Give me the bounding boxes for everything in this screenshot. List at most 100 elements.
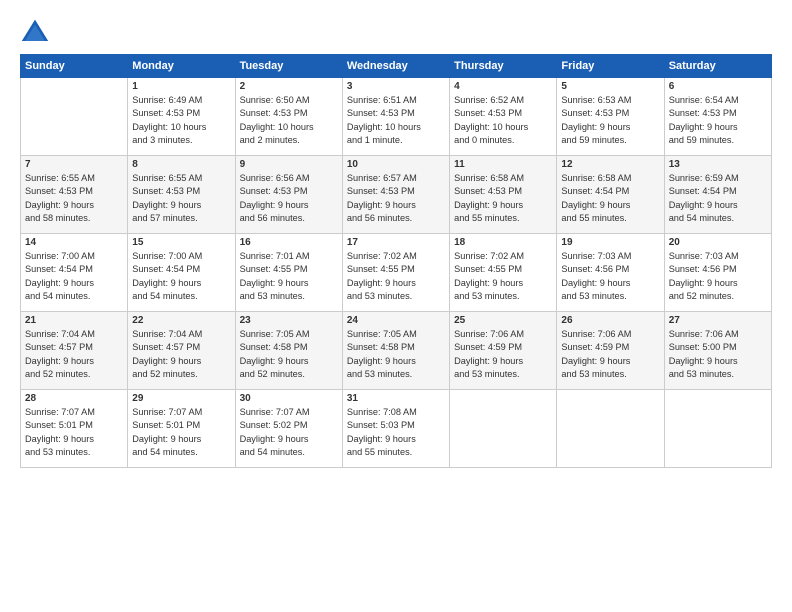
weekday-header: Thursday [450,55,557,78]
day-info: Sunrise: 6:56 AM Sunset: 4:53 PM Dayligh… [240,172,338,225]
day-number: 17 [347,237,445,248]
day-info: Sunrise: 6:49 AM Sunset: 4:53 PM Dayligh… [132,94,230,147]
day-number: 24 [347,315,445,326]
calendar-cell: 1 Sunrise: 6:49 AM Sunset: 4:53 PM Daylig… [128,78,235,156]
day-number: 7 [25,159,123,170]
calendar-row: 7 Sunrise: 6:55 AM Sunset: 4:53 PM Daylig… [21,156,772,234]
calendar-cell [557,390,664,468]
day-number: 30 [240,393,338,404]
day-number: 22 [132,315,230,326]
day-number: 27 [669,315,767,326]
calendar-cell: 23 Sunrise: 7:05 AM Sunset: 4:58 PM Dayli… [235,312,342,390]
day-info: Sunrise: 6:57 AM Sunset: 4:53 PM Dayligh… [347,172,445,225]
day-number: 12 [561,159,659,170]
day-info: Sunrise: 7:07 AM Sunset: 5:02 PM Dayligh… [240,406,338,459]
weekday-header: Monday [128,55,235,78]
day-info: Sunrise: 7:07 AM Sunset: 5:01 PM Dayligh… [25,406,123,459]
calendar-cell: 12 Sunrise: 6:58 AM Sunset: 4:54 PM Dayli… [557,156,664,234]
calendar-cell: 27 Sunrise: 7:06 AM Sunset: 5:00 PM Dayli… [664,312,771,390]
calendar-cell: 21 Sunrise: 7:04 AM Sunset: 4:57 PM Dayli… [21,312,128,390]
calendar-row: 14 Sunrise: 7:00 AM Sunset: 4:54 PM Dayli… [21,234,772,312]
calendar-cell: 13Sunrise: 6:59 AM Sunset: 4:54 PM Dayli… [664,156,771,234]
day-info: Sunrise: 7:02 AM Sunset: 4:55 PM Dayligh… [347,250,445,303]
calendar-cell: 14 Sunrise: 7:00 AM Sunset: 4:54 PM Dayli… [21,234,128,312]
day-info: Sunrise: 7:00 AM Sunset: 4:54 PM Dayligh… [132,250,230,303]
weekday-header: Saturday [664,55,771,78]
calendar-cell: 25Sunrise: 7:06 AM Sunset: 4:59 PM Dayli… [450,312,557,390]
day-number: 10 [347,159,445,170]
calendar-row: 21 Sunrise: 7:04 AM Sunset: 4:57 PM Dayli… [21,312,772,390]
day-number: 23 [240,315,338,326]
day-number: 18 [454,237,552,248]
calendar-cell: 2 Sunrise: 6:50 AM Sunset: 4:53 PM Daylig… [235,78,342,156]
day-info: Sunrise: 7:06 AM Sunset: 5:00 PM Dayligh… [669,328,767,381]
day-info: Sunrise: 7:08 AM Sunset: 5:03 PM Dayligh… [347,406,445,459]
calendar-cell: 3 Sunrise: 6:51 AM Sunset: 4:53 PM Daylig… [342,78,449,156]
day-number: 14 [25,237,123,248]
calendar-cell: 20Sunrise: 7:03 AM Sunset: 4:56 PM Dayli… [664,234,771,312]
calendar-cell: 26 Sunrise: 7:06 AM Sunset: 4:59 PM Dayli… [557,312,664,390]
day-info: Sunrise: 6:58 AM Sunset: 4:53 PM Dayligh… [454,172,552,225]
calendar-cell: 24 Sunrise: 7:05 AM Sunset: 4:58 PM Dayli… [342,312,449,390]
weekday-header: Sunday [21,55,128,78]
day-info: Sunrise: 6:52 AM Sunset: 4:53 PM Dayligh… [454,94,552,147]
calendar-cell: 8Sunrise: 6:55 AM Sunset: 4:53 PM Daylig… [128,156,235,234]
calendar-cell: 4 Sunrise: 6:52 AM Sunset: 4:53 PM Daylig… [450,78,557,156]
day-number: 1 [132,81,230,92]
day-info: Sunrise: 7:03 AM Sunset: 4:56 PM Dayligh… [561,250,659,303]
calendar-cell [450,390,557,468]
day-number: 28 [25,393,123,404]
day-number: 5 [561,81,659,92]
calendar-cell: 6 Sunrise: 6:54 AM Sunset: 4:53 PM Daylig… [664,78,771,156]
calendar-cell: 15 Sunrise: 7:00 AM Sunset: 4:54 PM Dayli… [128,234,235,312]
day-info: Sunrise: 6:50 AM Sunset: 4:53 PM Dayligh… [240,94,338,147]
day-info: Sunrise: 7:04 AM Sunset: 4:57 PM Dayligh… [132,328,230,381]
page: SundayMondayTuesdayWednesdayThursdayFrid… [0,0,792,612]
calendar-cell: 22 Sunrise: 7:04 AM Sunset: 4:57 PM Dayli… [128,312,235,390]
day-info: Sunrise: 6:51 AM Sunset: 4:53 PM Dayligh… [347,94,445,147]
weekday-header: Friday [557,55,664,78]
day-info: Sunrise: 7:07 AM Sunset: 5:01 PM Dayligh… [132,406,230,459]
day-info: Sunrise: 6:59 AM Sunset: 4:54 PM Dayligh… [669,172,767,225]
day-number: 6 [669,81,767,92]
day-info: Sunrise: 6:53 AM Sunset: 4:53 PM Dayligh… [561,94,659,147]
day-info: Sunrise: 7:05 AM Sunset: 4:58 PM Dayligh… [240,328,338,381]
calendar-cell: 31Sunrise: 7:08 AM Sunset: 5:03 PM Dayli… [342,390,449,468]
calendar-cell: 18Sunrise: 7:02 AM Sunset: 4:55 PM Dayli… [450,234,557,312]
calendar-cell: 7Sunrise: 6:55 AM Sunset: 4:53 PM Daylig… [21,156,128,234]
day-info: Sunrise: 7:04 AM Sunset: 4:57 PM Dayligh… [25,328,123,381]
day-info: Sunrise: 6:58 AM Sunset: 4:54 PM Dayligh… [561,172,659,225]
day-info: Sunrise: 7:06 AM Sunset: 4:59 PM Dayligh… [454,328,552,381]
calendar-cell: 5 Sunrise: 6:53 AM Sunset: 4:53 PM Daylig… [557,78,664,156]
day-number: 29 [132,393,230,404]
day-number: 26 [561,315,659,326]
day-info: Sunrise: 6:54 AM Sunset: 4:53 PM Dayligh… [669,94,767,147]
calendar-cell: 29 Sunrise: 7:07 AM Sunset: 5:01 PM Dayli… [128,390,235,468]
day-info: Sunrise: 7:06 AM Sunset: 4:59 PM Dayligh… [561,328,659,381]
weekday-header: Wednesday [342,55,449,78]
logo-icon [20,18,50,46]
day-number: 9 [240,159,338,170]
day-number: 16 [240,237,338,248]
weekday-header: Tuesday [235,55,342,78]
calendar-cell: 16 Sunrise: 7:01 AM Sunset: 4:55 PM Dayli… [235,234,342,312]
day-info: Sunrise: 7:00 AM Sunset: 4:54 PM Dayligh… [25,250,123,303]
day-number: 15 [132,237,230,248]
day-info: Sunrise: 7:01 AM Sunset: 4:55 PM Dayligh… [240,250,338,303]
day-number: 4 [454,81,552,92]
header [20,18,772,46]
day-number: 11 [454,159,552,170]
day-info: Sunrise: 7:05 AM Sunset: 4:58 PM Dayligh… [347,328,445,381]
day-number: 21 [25,315,123,326]
day-number: 2 [240,81,338,92]
day-info: Sunrise: 6:55 AM Sunset: 4:53 PM Dayligh… [132,172,230,225]
day-number: 19 [561,237,659,248]
day-number: 20 [669,237,767,248]
calendar-row: 1 Sunrise: 6:49 AM Sunset: 4:53 PM Daylig… [21,78,772,156]
day-number: 3 [347,81,445,92]
logo [20,18,54,46]
calendar-cell: 28 Sunrise: 7:07 AM Sunset: 5:01 PM Dayli… [21,390,128,468]
calendar-cell: 19 Sunrise: 7:03 AM Sunset: 4:56 PM Dayli… [557,234,664,312]
calendar-cell: 10 Sunrise: 6:57 AM Sunset: 4:53 PM Dayli… [342,156,449,234]
calendar-cell [664,390,771,468]
